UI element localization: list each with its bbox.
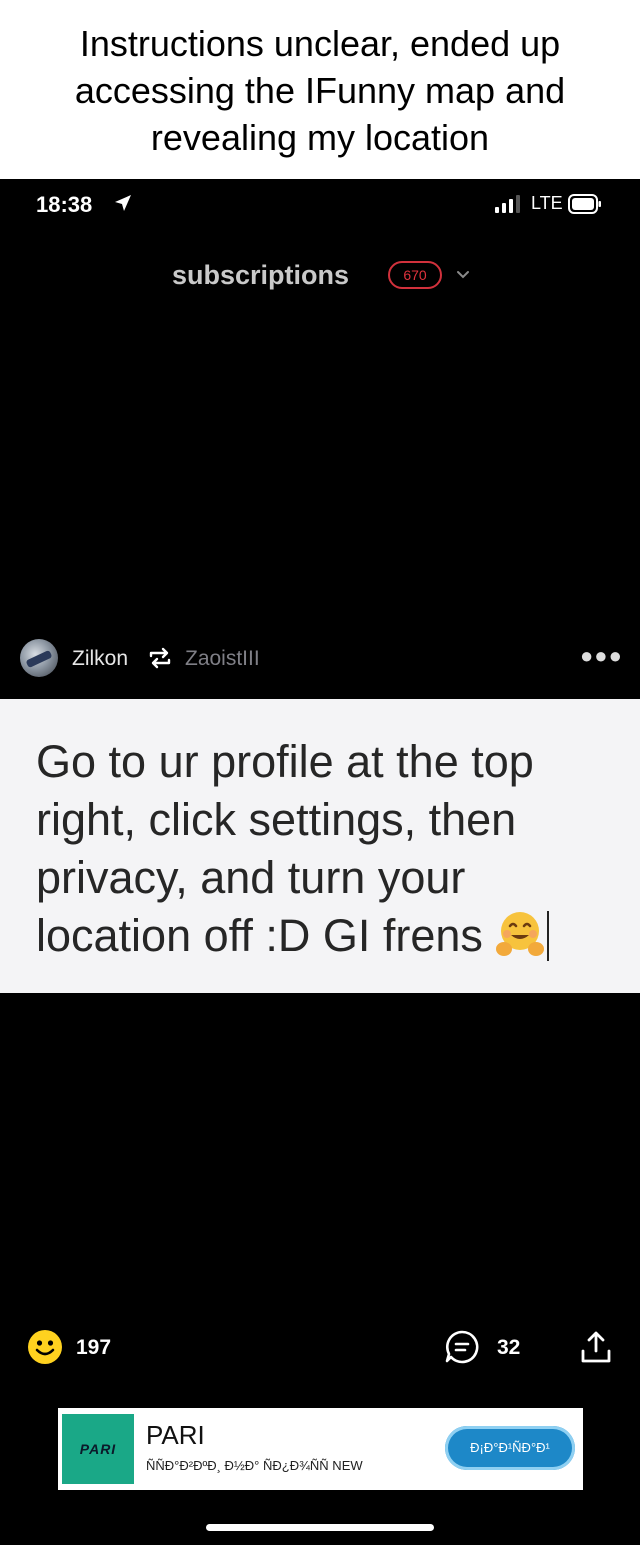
text-cursor: [546, 911, 549, 961]
more-options-icon[interactable]: ●●●: [580, 643, 623, 669]
caption-line: Instructions unclear, ended up: [79, 23, 561, 64]
status-time: 18:38: [36, 192, 93, 217]
status-bar: 18:38 LTE: [0, 179, 640, 229]
location-arrow-icon: [115, 195, 131, 211]
reposter-name[interactable]: ZaoistIII: [185, 647, 260, 671]
signal-icon: [495, 195, 520, 213]
post-text: Go to ur profile at the top right, click…: [36, 733, 620, 965]
phone-screen: 18:38 LTE subscriptions 670 Zilkon Zaois…: [0, 179, 640, 1545]
caption-line: revealing my location: [150, 117, 490, 158]
caption-line: accessing the IFunny map and: [74, 70, 566, 111]
ad-banner[interactable]: PARI PARI ÑÑÐ°Ð²ÐºÐ¸ Ð½Ð° ÑÐ¿Ð¾ÑÑ NEW Ð¡…: [58, 1408, 583, 1490]
unread-count-badge: 670: [388, 261, 442, 289]
post-actions: 197 32: [0, 1329, 640, 1369]
comment-count: 32: [497, 1336, 521, 1359]
repost-icon: [149, 647, 171, 669]
post-text-line: location off :D GI frens: [36, 910, 483, 961]
post-content: Go to ur profile at the top right, click…: [0, 699, 640, 993]
smile-icon[interactable]: [27, 1329, 63, 1365]
author-name[interactable]: Zilkon: [72, 647, 128, 671]
post-text-line: Go to ur profile at the top: [36, 736, 534, 787]
ad-subtitle: ÑÑÐ°Ð²ÐºÐ¸ Ð½Ð° ÑÐ¿Ð¾ÑÑ NEW: [146, 1458, 363, 1473]
ad-logo: PARI: [62, 1414, 134, 1484]
feed-header[interactable]: subscriptions 670: [0, 254, 640, 300]
share-icon[interactable]: [578, 1329, 614, 1365]
network-label: LTE: [531, 193, 563, 213]
ad-cta-button[interactable]: Ð¡Ð°Ð¹ÑÐ°Ð¹: [445, 1426, 575, 1470]
meme-caption: Instructions unclear, ended up accessing…: [0, 0, 640, 179]
home-indicator[interactable]: [206, 1524, 434, 1531]
chevron-down-icon[interactable]: [456, 269, 470, 279]
post-text-line: privacy, and turn your: [36, 852, 466, 903]
post-text-line: right, click settings, then: [36, 794, 517, 845]
post-author-row: Zilkon ZaoistIII ●●●: [0, 637, 640, 683]
hugging-face-icon: [495, 912, 544, 956]
ad-brand: PARI: [146, 1420, 205, 1450]
avatar[interactable]: [20, 639, 58, 677]
post-text-line-last: location off :D GI frens: [36, 907, 620, 965]
smile-count: 197: [76, 1336, 112, 1359]
feed-title[interactable]: subscriptions: [172, 260, 349, 291]
comment-icon[interactable]: [444, 1329, 480, 1365]
battery-icon: [568, 194, 601, 214]
